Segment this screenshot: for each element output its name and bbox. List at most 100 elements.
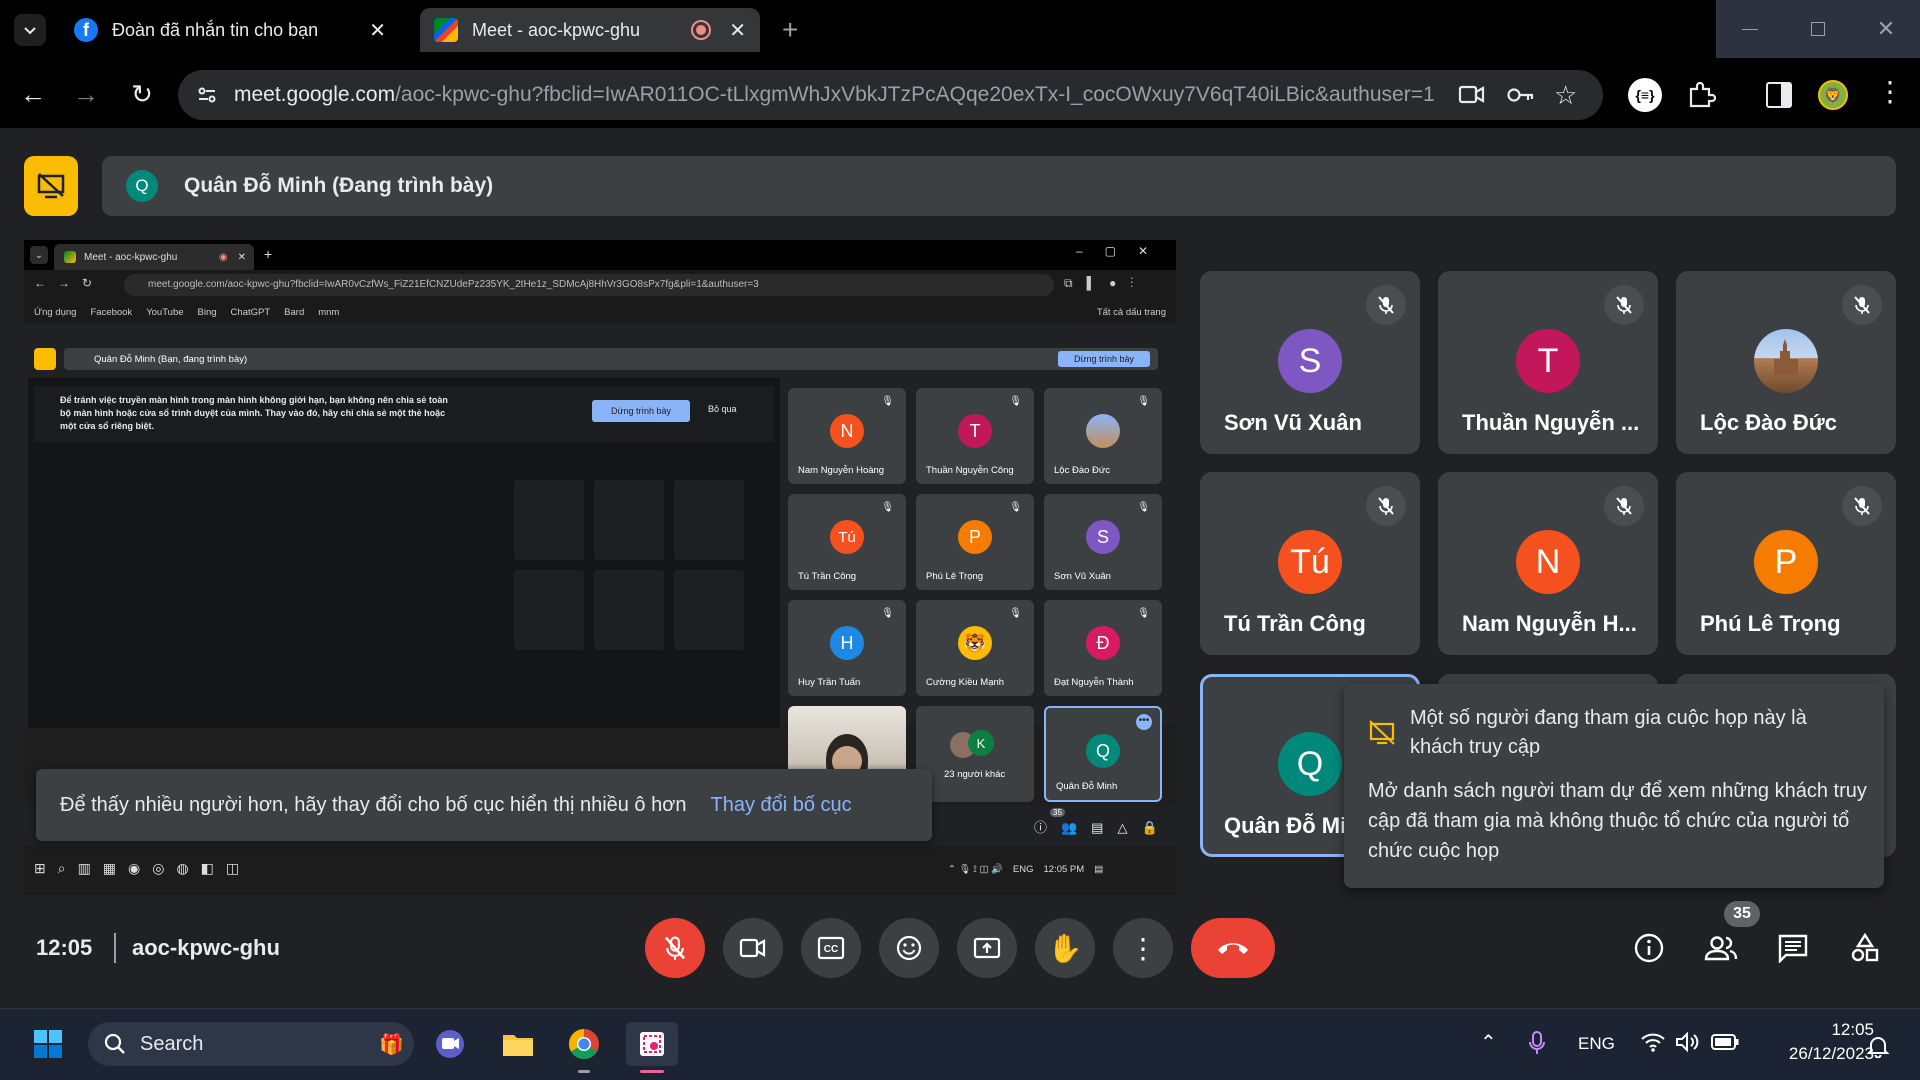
captions-button[interactable]: CC (801, 918, 861, 978)
more-options-button[interactable]: ⋮ (1113, 918, 1173, 978)
presenting-label: Quân Đỗ Minh (Đang trình bày) (184, 174, 494, 197)
captions-icon: CC (817, 936, 845, 960)
shared-tab: Meet - aoc-kpwc-ghu ◉ ✕ (54, 244, 254, 270)
present-screen-icon (973, 937, 1001, 959)
back-button[interactable]: ← (15, 76, 51, 112)
chrome-icon[interactable] (562, 1022, 606, 1066)
mic-off-icon (1604, 486, 1644, 526)
participant-tile[interactable]: P Phú Lê Trọng (1676, 472, 1896, 655)
close-tab-icon[interactable]: ✕ (729, 18, 746, 43)
bookmark: YouTube (146, 306, 184, 318)
tab-meet[interactable]: Meet - aoc-kpwc-ghu ✕ (420, 8, 760, 52)
stop-presenting-button[interactable] (24, 156, 78, 216)
close-tab-icon[interactable]: ✕ (369, 18, 386, 43)
windows-icon (34, 1030, 62, 1058)
participant-tile[interactable]: Tú Tú Trần Công (1200, 472, 1420, 655)
snipping-tool-icon[interactable] (626, 1022, 678, 1066)
info-icon (1634, 933, 1664, 963)
presenting-banner: Q Quân Đỗ Minh (Đang trình bày) (102, 156, 1896, 216)
activities-button[interactable] (1842, 925, 1888, 971)
raise-hand-button[interactable]: ✋ (1035, 918, 1095, 978)
volume-icon[interactable] (1674, 1030, 1700, 1054)
close-window-button[interactable]: ✕ (1852, 0, 1920, 58)
start-button[interactable] (26, 1022, 70, 1066)
participant-avatar: Q (1278, 732, 1342, 796)
shared-tab-search: ⌄ (30, 246, 48, 264)
facebook-icon: f (74, 18, 98, 42)
file-explorer-icon[interactable] (496, 1022, 540, 1066)
password-key-icon[interactable] (1506, 82, 1536, 108)
presentation-off-icon (37, 173, 65, 199)
teams-chat-icon[interactable] (428, 1022, 472, 1066)
participant-name: Sơn Vũ Xuân (1224, 410, 1362, 435)
forward-button[interactable]: → (68, 76, 104, 112)
url-host: meet.google.com (234, 83, 396, 106)
shared-tile: P 🎙 Phú Lê Trọng (916, 494, 1034, 590)
mic-toggle-button[interactable] (645, 918, 705, 978)
bookmark: Bing (197, 306, 217, 318)
browser-menu-icon[interactable]: ⋮ (1876, 78, 1904, 106)
bookmark: ChatGPT (230, 306, 271, 318)
hang-up-icon (1218, 943, 1248, 954)
people-button[interactable] (1698, 925, 1744, 971)
tab-title: Đoàn đã nhắn tin cho bạn (112, 19, 319, 40)
tab-search-button[interactable] (14, 14, 46, 46)
extensions-puzzle-icon[interactable] (1686, 80, 1717, 110)
present-button[interactable] (957, 918, 1017, 978)
participant-name: Nam Nguyễn H... (1462, 611, 1637, 636)
leave-call-button[interactable] (1191, 918, 1275, 978)
shared-tile: T 🎙 Thuần Nguyễn Công (916, 388, 1034, 484)
profile-avatar[interactable]: 🦁 (1818, 80, 1848, 110)
shared-tile: 🐯 🎙 Cường Kiều Mạnh (916, 600, 1034, 696)
notifications-bell-icon[interactable] (1866, 1034, 1890, 1059)
participant-tile[interactable]: Lộc Đào Đức (1676, 271, 1896, 454)
taskbar-search[interactable]: Search 🎁 (88, 1022, 414, 1066)
guest-notice-title: Một số người đang tham gia cuộc họp này … (1410, 707, 1807, 758)
shared-url: meet.google.com/aoc-kpwc-ghu?fbclid=IwAR… (124, 274, 1054, 296)
site-info-icon[interactable] (196, 84, 218, 106)
chat-button[interactable] (1770, 925, 1816, 971)
show-hidden-icons[interactable]: ⌃ (1480, 1030, 1497, 1055)
bookmark: Bard (284, 306, 305, 318)
change-layout-link[interactable]: Thay đổi bố cục (710, 794, 851, 817)
minimize-button[interactable] (1716, 0, 1784, 58)
reactions-button[interactable] (879, 918, 939, 978)
camera-in-use-icon[interactable] (1458, 82, 1486, 108)
all-bookmarks: Tất cả dấu trang (1096, 306, 1166, 318)
participant-avatar: T (1516, 329, 1580, 393)
microphone-tray-icon[interactable] (1528, 1030, 1546, 1056)
shared-tile: H 🎙 Huy Trần Tuấn (788, 600, 906, 696)
bookmark-star-icon[interactable]: ☆ (1554, 80, 1577, 111)
participant-tile[interactable]: T Thuần Nguyễn ... (1438, 271, 1658, 454)
restore-button[interactable] (1784, 0, 1852, 58)
mic-off-icon (1604, 285, 1644, 325)
camera-toggle-button[interactable] (723, 918, 783, 978)
clock-time[interactable]: 12:05 (1760, 1020, 1874, 1040)
search-highlight-icon: 🎁 (379, 1033, 404, 1056)
mic-off-icon (664, 936, 686, 960)
participant-avatar: P (1754, 530, 1818, 594)
new-tab-button[interactable]: + (782, 14, 798, 46)
meeting-time: 12:05 (36, 935, 93, 960)
minimize-icon (1742, 28, 1758, 30)
side-panel-icon[interactable] (1766, 82, 1792, 108)
language-indicator[interactable]: ENG (1578, 1034, 1615, 1054)
battery-icon[interactable] (1710, 1033, 1740, 1051)
tab-title: Meet - aoc-kpwc-ghu (472, 19, 641, 40)
meeting-info-button[interactable] (1626, 925, 1672, 971)
participant-tile[interactable]: N Nam Nguyễn H... (1438, 472, 1658, 655)
mic-off-icon (1366, 285, 1406, 325)
wifi-icon[interactable] (1640, 1030, 1666, 1054)
meeting-code: aoc-kpwc-ghu (132, 935, 280, 960)
address-bar[interactable]: meet.google.com/aoc-kpwc-ghu?fbclid=IwAR… (178, 70, 1603, 120)
search-icon (104, 1033, 125, 1054)
reload-button[interactable]: ↻ (124, 76, 160, 112)
shared-tile: K 23 người khác (916, 706, 1034, 802)
emoji-icon (896, 935, 922, 961)
extension-icon[interactable]: {≡} (1628, 78, 1662, 112)
clock-date[interactable]: 26/12/2023 (1760, 1044, 1874, 1064)
participant-tile[interactable]: S Sơn Vũ Xuân (1200, 271, 1420, 454)
participant-name: Quân Đỗ Mi (1224, 813, 1347, 838)
tab-facebook[interactable]: f Đoàn đã nhắn tin cho bạn ✕ (60, 8, 400, 52)
mic-off-icon (1366, 486, 1406, 526)
